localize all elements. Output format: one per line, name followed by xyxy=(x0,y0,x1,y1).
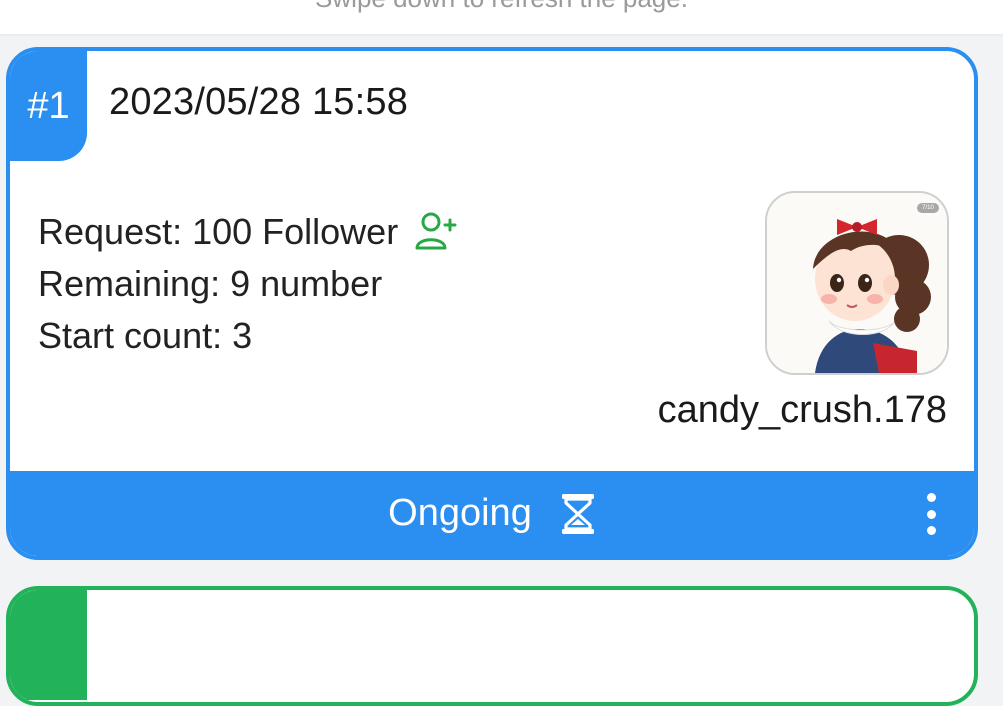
status-label: Ongoing xyxy=(388,492,532,534)
remaining-row: Remaining: 9 number xyxy=(38,263,383,304)
order-index-badge: #1 xyxy=(10,51,87,161)
order-info: Request: 100 Follower Remaining: 9 numbe… xyxy=(38,206,458,362)
refresh-banner: Swipe down to refresh the page. xyxy=(0,0,1003,34)
avatar-corner-tag: 7/10 xyxy=(917,203,939,213)
hourglass-icon xyxy=(560,493,596,535)
username[interactable]: candy_crush.178 xyxy=(658,389,947,432)
add-follower-icon xyxy=(414,210,458,254)
avatar-illustration xyxy=(767,193,947,373)
order-card[interactable]: #1 2023/05/28 15:58 Request: 100 Followe… xyxy=(6,47,978,560)
request-row: Request: 100 Follower xyxy=(38,206,458,258)
request-text: Request: 100 Follower xyxy=(38,211,399,252)
start-count-row: Start count: 3 xyxy=(38,315,253,356)
more-vertical-icon xyxy=(926,493,936,502)
profile-avatar[interactable]: 7/10 xyxy=(765,191,949,375)
refresh-hint: Swipe down to refresh the page. xyxy=(0,0,1003,14)
next-order-index-badge xyxy=(10,590,87,700)
order-datetime: 2023/05/28 15:58 xyxy=(109,81,409,123)
next-order-card[interactable] xyxy=(6,586,978,706)
status-bar: Ongoing xyxy=(10,471,974,556)
more-options-button[interactable] xyxy=(922,493,940,535)
